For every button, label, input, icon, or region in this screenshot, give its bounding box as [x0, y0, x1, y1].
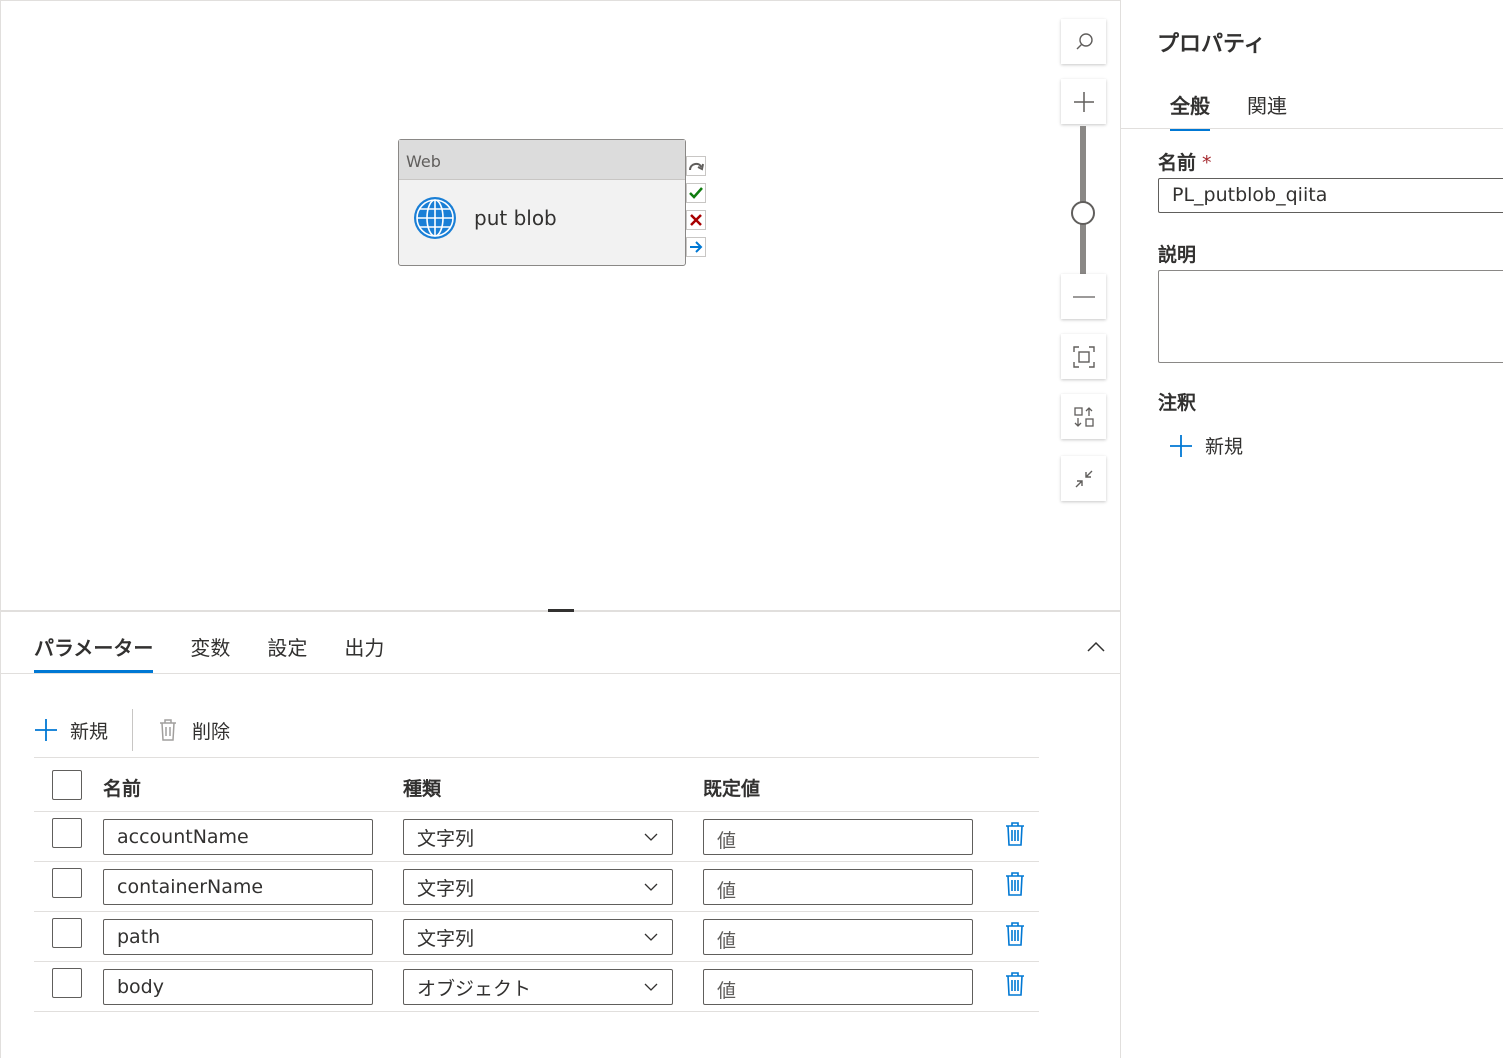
- parameter-type-select[interactable]: 文字列: [403, 869, 673, 905]
- properties-title: プロパティ: [1157, 32, 1266, 57]
- chevron-down-icon: [644, 933, 658, 941]
- table-row: body オブジェクト 値: [34, 962, 1039, 1012]
- row-checkbox[interactable]: [52, 868, 82, 898]
- type-value: 文字列: [417, 878, 475, 900]
- zoom-slider-thumb[interactable]: [1071, 201, 1095, 225]
- trash-icon[interactable]: [1004, 821, 1026, 847]
- web-activity[interactable]: Web put blob: [398, 139, 686, 266]
- parameter-name-input[interactable]: body: [103, 969, 373, 1005]
- tab-settings[interactable]: 設定: [267, 632, 307, 673]
- zoom-in-icon[interactable]: [1061, 79, 1106, 124]
- zoom-slider-track[interactable]: [1080, 126, 1086, 274]
- plus-icon: [35, 719, 57, 741]
- default-value-input[interactable]: 値: [703, 869, 973, 905]
- tab-output[interactable]: 出力: [344, 632, 384, 673]
- tab-related[interactable]: 関連: [1247, 90, 1287, 131]
- properties-tabs-divider: [1121, 128, 1503, 129]
- chevron-down-icon: [644, 883, 658, 891]
- trash-icon[interactable]: [1004, 871, 1026, 897]
- properties-pane: プロパティ 全般 関連 名前 * PL_putblob_qiita 説明 注釈 新…: [1120, 0, 1503, 1058]
- parameter-type-select[interactable]: オブジェクト: [403, 969, 673, 1005]
- auto-align-icon[interactable]: [1061, 394, 1106, 439]
- activity-name: put blob: [474, 206, 557, 230]
- properties-tabs: 全般 関連: [1170, 90, 1324, 131]
- success-check-icon[interactable]: [686, 183, 706, 203]
- add-annotation-label: 新規: [1205, 436, 1244, 458]
- chevron-up-icon[interactable]: [1085, 636, 1107, 658]
- new-parameter-button[interactable]: 新規: [34, 717, 108, 744]
- parameter-name-input[interactable]: accountName: [103, 819, 373, 855]
- chevron-down-icon: [644, 983, 658, 991]
- fit-to-screen-icon[interactable]: [1061, 334, 1106, 379]
- default-value-input[interactable]: 値: [703, 969, 973, 1005]
- type-value: オブジェクト: [417, 978, 532, 1000]
- collapse-icon[interactable]: [1061, 456, 1106, 501]
- pipeline-name-input[interactable]: PL_putblob_qiita: [1158, 178, 1503, 213]
- default-value-input[interactable]: 値: [703, 819, 973, 855]
- completion-arrow-icon[interactable]: [686, 237, 706, 257]
- tab-general[interactable]: 全般: [1170, 90, 1210, 131]
- column-header-type: 種類: [403, 778, 442, 800]
- table-header: 名前 種類 既定値: [34, 758, 1039, 812]
- tabs-divider: [1, 673, 1121, 674]
- required-marker: *: [1202, 152, 1212, 174]
- parameters-toolbar: 新規 削除: [34, 708, 230, 752]
- tab-parameters[interactable]: パラメーター: [34, 632, 154, 673]
- name-label: 名前 *: [1158, 148, 1212, 175]
- default-value-input[interactable]: 値: [703, 919, 973, 955]
- row-checkbox[interactable]: [52, 968, 82, 998]
- type-value: 文字列: [417, 828, 475, 850]
- new-label: 新規: [70, 720, 109, 743]
- add-annotation-button[interactable]: 新規: [1169, 432, 1243, 459]
- plus-icon: [1170, 434, 1192, 457]
- activity-type-label: Web: [399, 140, 685, 180]
- parameter-type-select[interactable]: 文字列: [403, 819, 673, 855]
- table-row: accountName 文字列 値: [34, 812, 1039, 862]
- trash-icon: [160, 719, 177, 741]
- globe-icon: [414, 197, 456, 239]
- zoom-out-icon[interactable]: [1061, 274, 1106, 319]
- delete-parameter-button[interactable]: 削除: [156, 717, 230, 744]
- chevron-down-icon: [644, 833, 658, 841]
- type-value: 文字列: [417, 928, 475, 950]
- table-row: path 文字列 値: [34, 912, 1039, 962]
- parameter-name-input[interactable]: containerName: [103, 869, 373, 905]
- search-icon[interactable]: [1061, 19, 1106, 64]
- parameter-type-select[interactable]: 文字列: [403, 919, 673, 955]
- failure-x-icon[interactable]: [686, 210, 706, 230]
- toolbar-separator: [132, 709, 134, 751]
- column-header-name: 名前: [103, 778, 142, 800]
- description-textarea[interactable]: [1158, 270, 1503, 363]
- trash-icon[interactable]: [1004, 971, 1026, 997]
- trash-icon[interactable]: [1004, 921, 1026, 947]
- column-header-default: 既定値: [703, 778, 761, 800]
- parameter-name-input[interactable]: path: [103, 919, 373, 955]
- delete-label: 削除: [192, 720, 231, 743]
- bottom-tabs: パラメーター 変数 設定 出力: [34, 632, 421, 673]
- table-row: containerName 文字列 値: [34, 862, 1039, 912]
- annotations-label: 注釈: [1158, 392, 1197, 414]
- description-label: 説明: [1158, 244, 1197, 266]
- row-checkbox[interactable]: [52, 818, 82, 848]
- name-label-text: 名前: [1158, 152, 1197, 174]
- row-checkbox[interactable]: [52, 918, 82, 948]
- select-all-checkbox[interactable]: [52, 770, 82, 800]
- pipeline-canvas[interactable]: Web put blob: [0, 0, 1120, 612]
- tab-variables[interactable]: 変数: [190, 632, 230, 673]
- skip-icon[interactable]: [686, 156, 706, 176]
- bottom-panel: パラメーター 変数 設定 出力 新規 削除 名前 種類 既定値 accountN…: [0, 612, 1121, 1058]
